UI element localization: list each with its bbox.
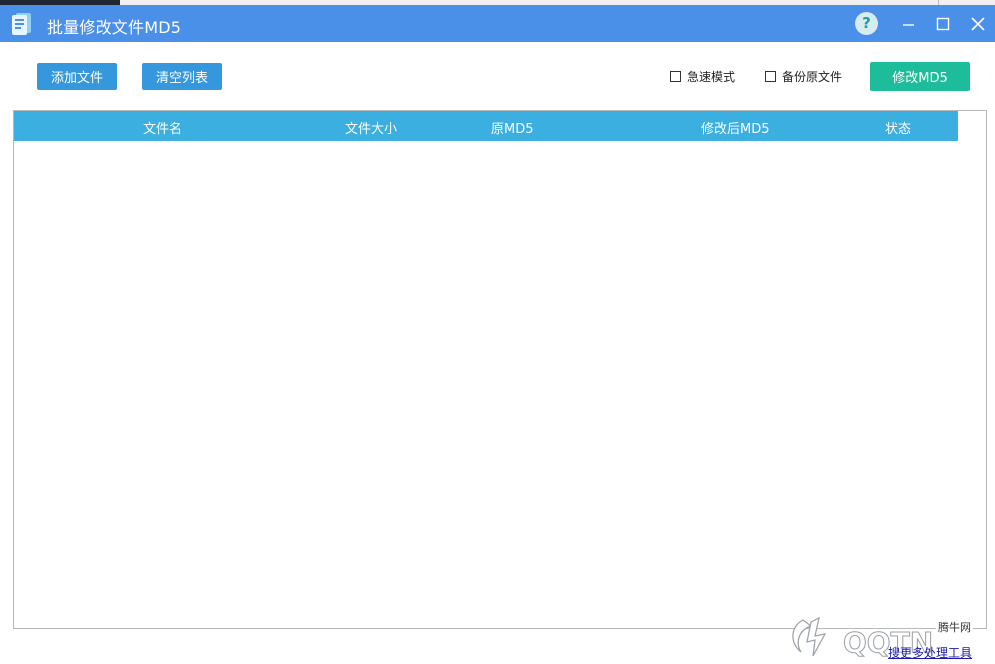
close-icon[interactable]	[967, 13, 989, 35]
modify-md5-button[interactable]: 修改MD5	[870, 62, 970, 91]
fast-mode-checkbox[interactable]: 急速模式	[670, 68, 735, 84]
column-header-status[interactable]: 状态	[885, 118, 911, 137]
column-header-original-md5[interactable]: 原MD5	[491, 118, 534, 137]
window-title: 批量修改文件MD5	[47, 18, 182, 37]
title-bar[interactable]: 批量修改文件MD5 ?	[0, 5, 995, 42]
app-icon	[12, 13, 31, 35]
column-header-filename[interactable]: 文件名	[143, 118, 182, 137]
backup-original-checkbox[interactable]: 备份原文件	[765, 68, 842, 84]
clear-list-button[interactable]: 清空列表	[142, 63, 222, 90]
fast-mode-label: 急速模式	[687, 69, 736, 84]
column-header-filesize[interactable]: 文件大小	[345, 118, 397, 137]
watermark-site-name: 腾牛网	[936, 619, 973, 635]
fast-mode-checkbox-box[interactable]	[670, 70, 681, 82]
file-list-table[interactable]: 文件名 文件大小 原MD5 修改后MD5 状态	[13, 110, 987, 629]
maximize-icon[interactable]	[932, 13, 954, 35]
column-header-modified-md5[interactable]: 修改后MD5	[701, 118, 770, 137]
table-header: 文件名 文件大小 原MD5 修改后MD5 状态	[14, 111, 958, 141]
backup-original-label: 备份原文件	[782, 69, 843, 84]
watermark-caption: 搜更多处理工具	[888, 646, 973, 660]
help-button[interactable]: ?	[855, 12, 878, 35]
backup-original-checkbox-box[interactable]	[765, 70, 776, 82]
minimize-icon[interactable]	[897, 13, 919, 35]
add-file-button[interactable]: 添加文件	[37, 63, 117, 90]
